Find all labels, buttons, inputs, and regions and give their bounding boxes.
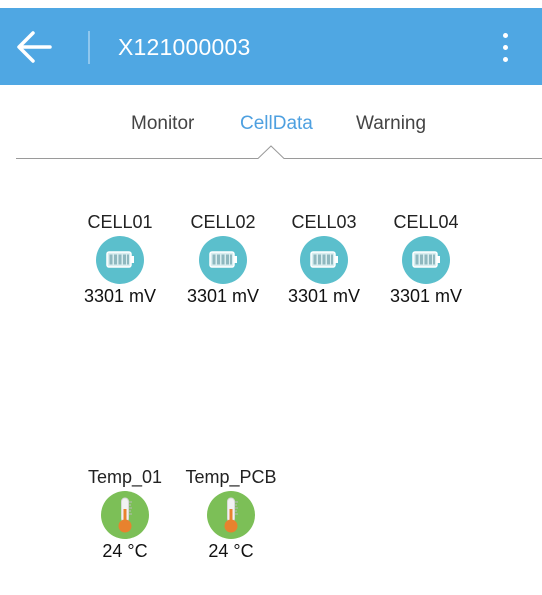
battery-icon bbox=[402, 236, 450, 284]
arrow-left-icon bbox=[17, 31, 52, 63]
temp-card-temppcb[interactable]: Temp_PCB 24 °C bbox=[183, 467, 279, 562]
thermometer-icon bbox=[101, 491, 149, 539]
cell-card-cell03[interactable]: CELL03 3301 mV bbox=[284, 212, 364, 307]
tab-bar: Monitor CellData Warning bbox=[0, 85, 542, 165]
app-bar: X121000003 bbox=[0, 8, 542, 85]
cell-voltage: 3301 mV bbox=[287, 286, 361, 306]
battery-icon bbox=[96, 236, 144, 284]
temp-label: Temp_PCB bbox=[185, 467, 277, 487]
more-menu-button[interactable] bbox=[495, 30, 515, 66]
cell-label: CELL01 bbox=[87, 212, 153, 232]
temp-card-temp01[interactable]: Temp_01 24 °C bbox=[85, 467, 165, 562]
cell-voltage: 3301 mV bbox=[83, 286, 157, 306]
title-divider bbox=[88, 31, 90, 64]
tab-indicator bbox=[16, 145, 542, 159]
temp-value: 24 °C bbox=[208, 541, 254, 561]
page-title: X121000003 bbox=[118, 34, 251, 60]
cell-card-cell02[interactable]: CELL02 3301 mV bbox=[183, 212, 263, 307]
thermometer-icon bbox=[207, 491, 255, 539]
temp-value: 24 °C bbox=[102, 541, 148, 561]
cell-label: CELL03 bbox=[291, 212, 357, 232]
cell-label: CELL04 bbox=[393, 212, 459, 232]
battery-icon bbox=[199, 236, 247, 284]
battery-icon bbox=[300, 236, 348, 284]
more-vert-icon bbox=[503, 33, 508, 38]
cell-card-cell01[interactable]: CELL01 3301 mV bbox=[80, 212, 160, 307]
back-button[interactable] bbox=[14, 28, 54, 66]
cell-voltage: 3301 mV bbox=[186, 286, 260, 306]
cell-voltage: 3301 mV bbox=[389, 286, 463, 306]
cell-card-cell04[interactable]: CELL04 3301 mV bbox=[386, 212, 466, 307]
temp-label: Temp_01 bbox=[87, 467, 163, 487]
cell-label: CELL02 bbox=[190, 212, 256, 232]
